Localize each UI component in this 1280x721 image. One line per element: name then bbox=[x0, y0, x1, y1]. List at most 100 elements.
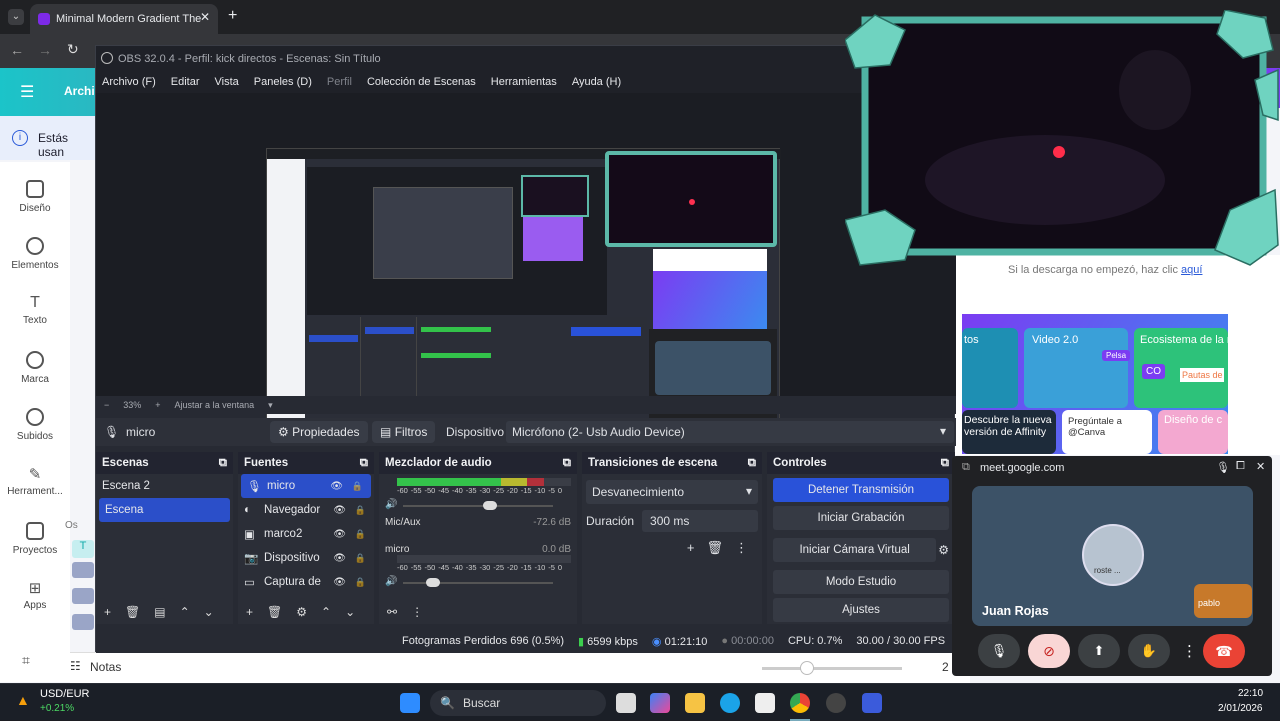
visibility-icon[interactable]: 👁 bbox=[333, 577, 346, 588]
sidebar-item-diseno[interactable]: Diseño bbox=[0, 180, 70, 214]
add-icon[interactable]: + bbox=[246, 605, 253, 619]
source-item[interactable]: ◐ Navegador 👁 🔒 bbox=[238, 498, 374, 522]
leave-call-button[interactable]: ☎ bbox=[1203, 634, 1245, 668]
mic-button[interactable]: 🎙 bbox=[978, 634, 1020, 668]
transition-select[interactable]: Desvanecimiento ▾ bbox=[586, 480, 758, 504]
clock-time[interactable]: 22:10 bbox=[1238, 688, 1263, 699]
self-view-tile[interactable]: pablo bbox=[1194, 584, 1252, 618]
hamburger-menu-icon[interactable]: ☰ bbox=[20, 82, 34, 102]
source-item[interactable]: 🎙 micro 👁 🔒 bbox=[241, 474, 371, 498]
zoom-dropdown-icon[interactable]: ▾ bbox=[268, 400, 273, 411]
zoom-out-icon[interactable]: − bbox=[104, 400, 109, 410]
reload-icon[interactable]: ↻ bbox=[67, 41, 79, 58]
source-item[interactable]: ▣ marco2 👁 🔒 bbox=[238, 522, 374, 546]
edge-icon[interactable] bbox=[720, 693, 740, 713]
thumb-icon[interactable] bbox=[72, 614, 94, 630]
filter-icon[interactable]: ▤ bbox=[154, 605, 165, 619]
volume-fader[interactable] bbox=[403, 578, 553, 587]
chart-widget-icon[interactable]: ▲ bbox=[16, 692, 30, 708]
back-icon[interactable]: ← bbox=[10, 42, 24, 58]
more-options-icon[interactable]: ⋮ bbox=[1182, 642, 1197, 660]
menu-paneles[interactable]: Paneles (D) bbox=[254, 76, 312, 88]
sidebar-item-marca[interactable]: Marca bbox=[0, 351, 70, 385]
back-to-tab-icon[interactable]: ⧠ bbox=[1236, 460, 1245, 473]
browser-tab-active[interactable]: Minimal Modern Gradient The bbox=[30, 4, 218, 34]
chevron-down-icon[interactable]: ⌄ bbox=[345, 605, 355, 619]
sidebar-item-texto[interactable]: T Texto bbox=[0, 294, 70, 326]
start-recording-button[interactable]: Iniciar Grabación bbox=[773, 506, 949, 530]
promo-tile[interactable]: Descubre la nueva versión de Affinity bbox=[962, 410, 1056, 454]
notes-label[interactable]: Notas bbox=[90, 660, 121, 674]
present-button[interactable]: ⬆ bbox=[1078, 634, 1120, 668]
task-view-icon[interactable] bbox=[616, 693, 636, 713]
sidebar-item-elementos[interactable]: Elementos bbox=[0, 237, 70, 271]
menu-coleccion-escenas[interactable]: Colección de Escenas bbox=[367, 76, 476, 88]
sidebar-item-apps[interactable]: ⊞ Apps bbox=[0, 579, 70, 611]
obs-preview[interactable] bbox=[96, 93, 956, 437]
notes-icon[interactable]: ☷ bbox=[70, 659, 81, 673]
menu-ayuda[interactable]: Ayuda (H) bbox=[572, 76, 621, 88]
menu-herramientas[interactable]: Herramientas bbox=[491, 76, 557, 88]
chevron-up-icon[interactable]: ⌃ bbox=[180, 605, 190, 619]
speaker-icon[interactable]: 🔊 bbox=[385, 576, 397, 587]
tab-search-button[interactable]: ⌄ bbox=[8, 9, 24, 25]
menu-perfil[interactable]: Perfil bbox=[327, 76, 352, 88]
lock-icon[interactable]: 🔒 bbox=[355, 505, 366, 516]
zoom-slider-thumb[interactable] bbox=[800, 661, 814, 675]
menu-vista[interactable]: Vista bbox=[215, 76, 239, 88]
sidebar-item-proyectos[interactable]: Proyectos bbox=[0, 522, 70, 556]
duration-input[interactable]: 300 ms bbox=[642, 510, 758, 532]
camera-off-button[interactable]: ⊘ bbox=[1028, 634, 1070, 668]
visibility-icon[interactable]: 👁 bbox=[333, 505, 346, 516]
new-tab-button[interactable]: + bbox=[228, 7, 237, 25]
zoom-in-icon[interactable]: + bbox=[155, 400, 160, 410]
scene-item-selected[interactable]: Escena bbox=[99, 498, 230, 522]
thumb-icon[interactable] bbox=[72, 588, 94, 604]
app-icon[interactable] bbox=[862, 693, 882, 713]
undock-icon[interactable]: ⧉ bbox=[941, 457, 949, 470]
link-icon[interactable]: ⚯ bbox=[387, 605, 397, 619]
gear-icon[interactable]: ⚙ bbox=[296, 605, 307, 619]
lock-icon[interactable]: 🔒 bbox=[355, 577, 366, 588]
chrome-icon[interactable] bbox=[790, 693, 810, 713]
obs-taskbar-icon[interactable] bbox=[826, 693, 846, 713]
source-item[interactable]: 📷 Dispositivo 👁 🔒 bbox=[238, 546, 374, 570]
device-select[interactable]: Micrófono (2- Usb Audio Device) ▾ bbox=[506, 421, 954, 443]
taskbar-search[interactable]: 🔍 Buscar bbox=[430, 690, 606, 716]
promo-tile[interactable]: tos bbox=[962, 328, 1018, 408]
canva-promo-banner[interactable]: tos Video 2.0 Ecosistema de la m Descubr… bbox=[962, 314, 1228, 454]
more-icon[interactable]: ⋮ bbox=[735, 540, 748, 556]
add-icon[interactable]: + bbox=[104, 605, 111, 619]
sidebar-item-herramientas[interactable]: ✎ Herrament... bbox=[0, 465, 74, 497]
source-item[interactable]: ▭ Captura de 👁 🔒 bbox=[238, 570, 374, 594]
forward-icon[interactable]: → bbox=[38, 42, 52, 58]
studio-mode-button[interactable]: Modo Estudio bbox=[773, 570, 949, 594]
canva-header-title[interactable]: Archi bbox=[64, 84, 95, 98]
lock-icon[interactable]: 🔒 bbox=[352, 481, 363, 492]
start-button[interactable] bbox=[400, 693, 420, 713]
text-tool-icon[interactable]: T bbox=[72, 540, 94, 558]
start-virtual-camera-button[interactable]: Iniciar Cámara Virtual bbox=[773, 538, 937, 562]
menu-archivo[interactable]: Archivo (F) bbox=[102, 76, 156, 88]
ticker-name[interactable]: USD/EUR bbox=[40, 688, 90, 700]
fit-window-label[interactable]: Ajustar a la ventana bbox=[175, 400, 255, 410]
gear-icon[interactable]: ⚙ bbox=[938, 543, 949, 557]
promo-tile[interactable]: Diseño de c bbox=[1158, 410, 1228, 454]
fader-thumb[interactable] bbox=[483, 501, 497, 510]
clock-date[interactable]: 2/01/2026 bbox=[1218, 703, 1263, 714]
visibility-icon[interactable]: 👁 bbox=[333, 553, 346, 564]
lock-icon[interactable]: 🔒 bbox=[355, 529, 366, 540]
undock-icon[interactable]: ⧉ bbox=[360, 457, 368, 470]
trash-icon[interactable]: 🗑 bbox=[267, 605, 282, 619]
stop-stream-button[interactable]: Detener Transmisión bbox=[773, 478, 949, 502]
undock-icon[interactable]: ⧉ bbox=[219, 457, 227, 470]
close-icon[interactable]: ✕ bbox=[1256, 460, 1265, 473]
promo-tile[interactable]: Video 2.0 bbox=[1024, 328, 1128, 408]
trash-icon[interactable]: 🗑 bbox=[125, 605, 140, 619]
speaker-icon[interactable]: 🔊 bbox=[385, 499, 397, 510]
undock-icon[interactable]: ⧉ bbox=[748, 457, 756, 470]
microphone-icon[interactable]: 🎙 bbox=[1216, 461, 1230, 474]
zoom-slider[interactable] bbox=[762, 667, 902, 670]
trash-icon[interactable]: 🗑 bbox=[706, 540, 723, 556]
visibility-icon[interactable]: 👁 bbox=[330, 481, 343, 492]
